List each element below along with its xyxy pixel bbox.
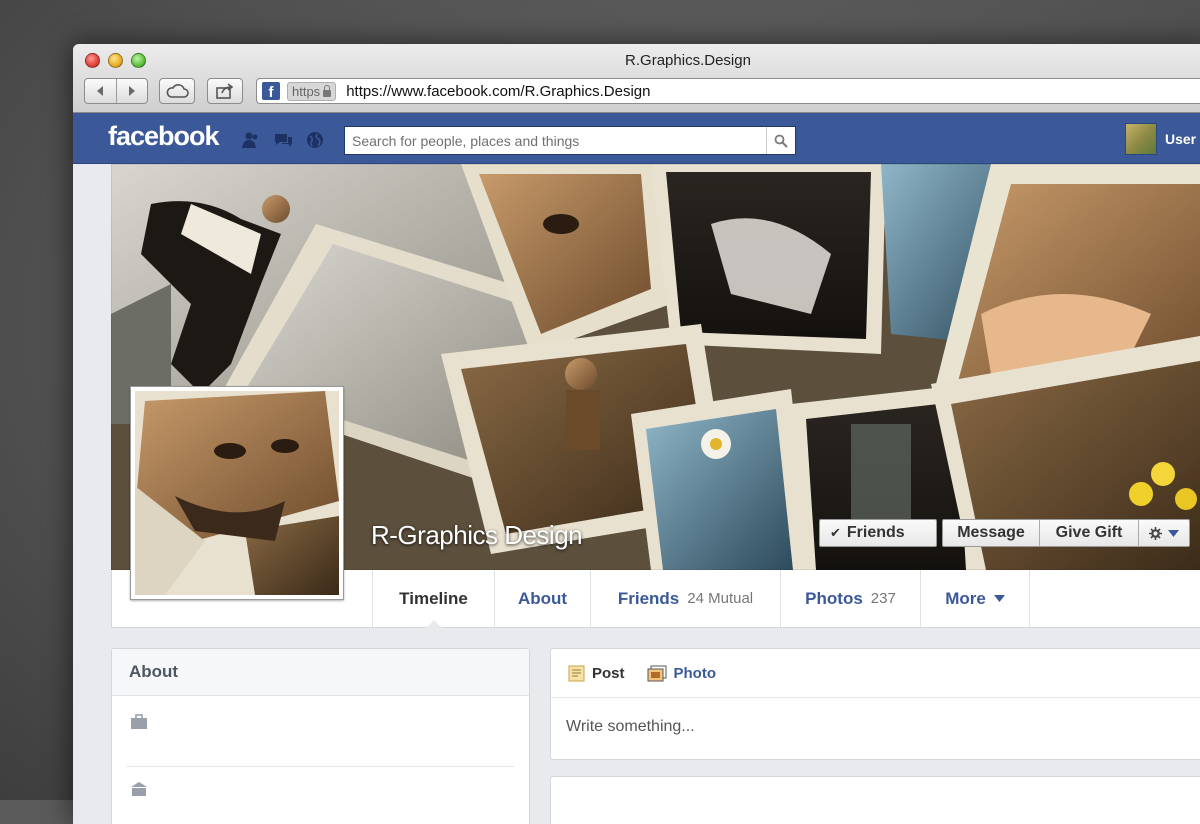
user-name: User [1165,131,1197,147]
composer-post-label: Post [592,664,625,682]
notifications-globe-icon[interactable] [305,131,325,149]
tab-photos-label: Photos [805,588,863,608]
post-composer: Post Photo Write something... [550,648,1200,760]
tab-photos-count: 237 [870,590,896,607]
back-arrow-icon [97,86,104,96]
tab-friends-count: 24 Mutual [687,590,754,607]
give-gift-button[interactable]: Give Gift [1040,520,1139,546]
history-buttons [84,78,148,104]
friends-button-label: Friends [846,524,905,541]
school-icon [131,782,147,796]
about-box: About [111,648,530,824]
gear-icon [1149,526,1162,540]
settings-dropdown-button[interactable] [1139,526,1189,540]
status-note-icon [568,665,585,681]
back-button[interactable] [85,79,116,103]
address-bar[interactable]: f https https://www.facebook.com/R.Graph… [256,78,1200,104]
facebook-top-bar: facebook User [73,113,1200,164]
lock-icon [323,84,332,97]
message-button-label: Message [957,524,1025,541]
active-tab-caret [425,620,442,628]
friends-button[interactable]: ✔ Friends [819,519,937,547]
icloud-tabs-button[interactable] [159,78,195,104]
search-button[interactable] [766,127,795,154]
composer-tab-photo[interactable]: Photo [647,664,717,682]
https-badge[interactable]: https [287,81,337,101]
user-menu[interactable]: User [1125,123,1196,155]
composer-placeholder: Write something... [566,718,695,735]
about-work-row [127,696,514,767]
facebook-search-box [344,126,796,155]
https-label: https [292,83,321,99]
profile-picture[interactable] [130,386,344,600]
tab-friends-label: Friends [617,588,680,608]
url-text[interactable]: https://www.facebook.com/R.Graphics.Desi… [346,83,650,100]
tab-more-label: More [945,588,986,608]
user-avatar [1125,123,1157,155]
composer-tab-post[interactable]: Post [568,665,625,682]
chevron-down-icon [1168,529,1179,537]
chevron-down-icon [993,595,1005,602]
window-title: R.Graphics.Design [625,52,751,69]
share-icon [216,83,234,99]
tab-timeline[interactable]: Timeline [372,570,494,628]
facebook-logo[interactable]: facebook [108,121,220,152]
profile-page: R-Graphics Design ✔ Friends Message Give… [73,164,1200,824]
share-button[interactable] [207,78,243,104]
search-input[interactable] [345,131,766,150]
profile-name: R-Graphics Design [371,520,583,550]
forward-arrow-icon [128,86,135,96]
timeline-story-card [550,776,1200,824]
tab-friends[interactable]: Friends 24 Mutual [590,570,780,627]
jewel-icons [241,131,325,149]
messages-icon[interactable] [273,131,293,149]
cloud-icon [166,84,189,98]
composer-input[interactable]: Write something... [551,698,1200,756]
about-education-row [127,767,514,824]
search-icon [774,134,788,148]
tab-about[interactable]: About [494,570,590,627]
composer-tabs: Post Photo [551,649,1200,698]
give-gift-button-label: Give Gift [1055,524,1123,541]
message-button[interactable]: Message [943,520,1040,546]
photo-icon [647,665,667,681]
browser-toolbar: R.Graphics.Design f https https://www.fa… [73,44,1200,113]
profile-action-buttons: Message Give Gift [942,519,1190,547]
briefcase-icon [131,714,147,729]
forward-button[interactable] [115,79,148,103]
checkmark-icon: ✔ [830,525,841,540]
tab-about-label: About [517,588,568,608]
tab-more[interactable]: More [920,570,1030,627]
tab-timeline-label: Timeline [399,588,468,608]
browser-window: R.Graphics.Design f https https://www.fa… [73,44,1200,824]
composer-photo-label: Photo [673,664,717,682]
tab-photos[interactable]: Photos 237 [780,570,920,627]
friend-requests-icon[interactable] [241,131,261,149]
about-box-title[interactable]: About [112,649,529,696]
facebook-favicon-icon: f [262,82,280,100]
profile-picture-image [135,391,339,595]
